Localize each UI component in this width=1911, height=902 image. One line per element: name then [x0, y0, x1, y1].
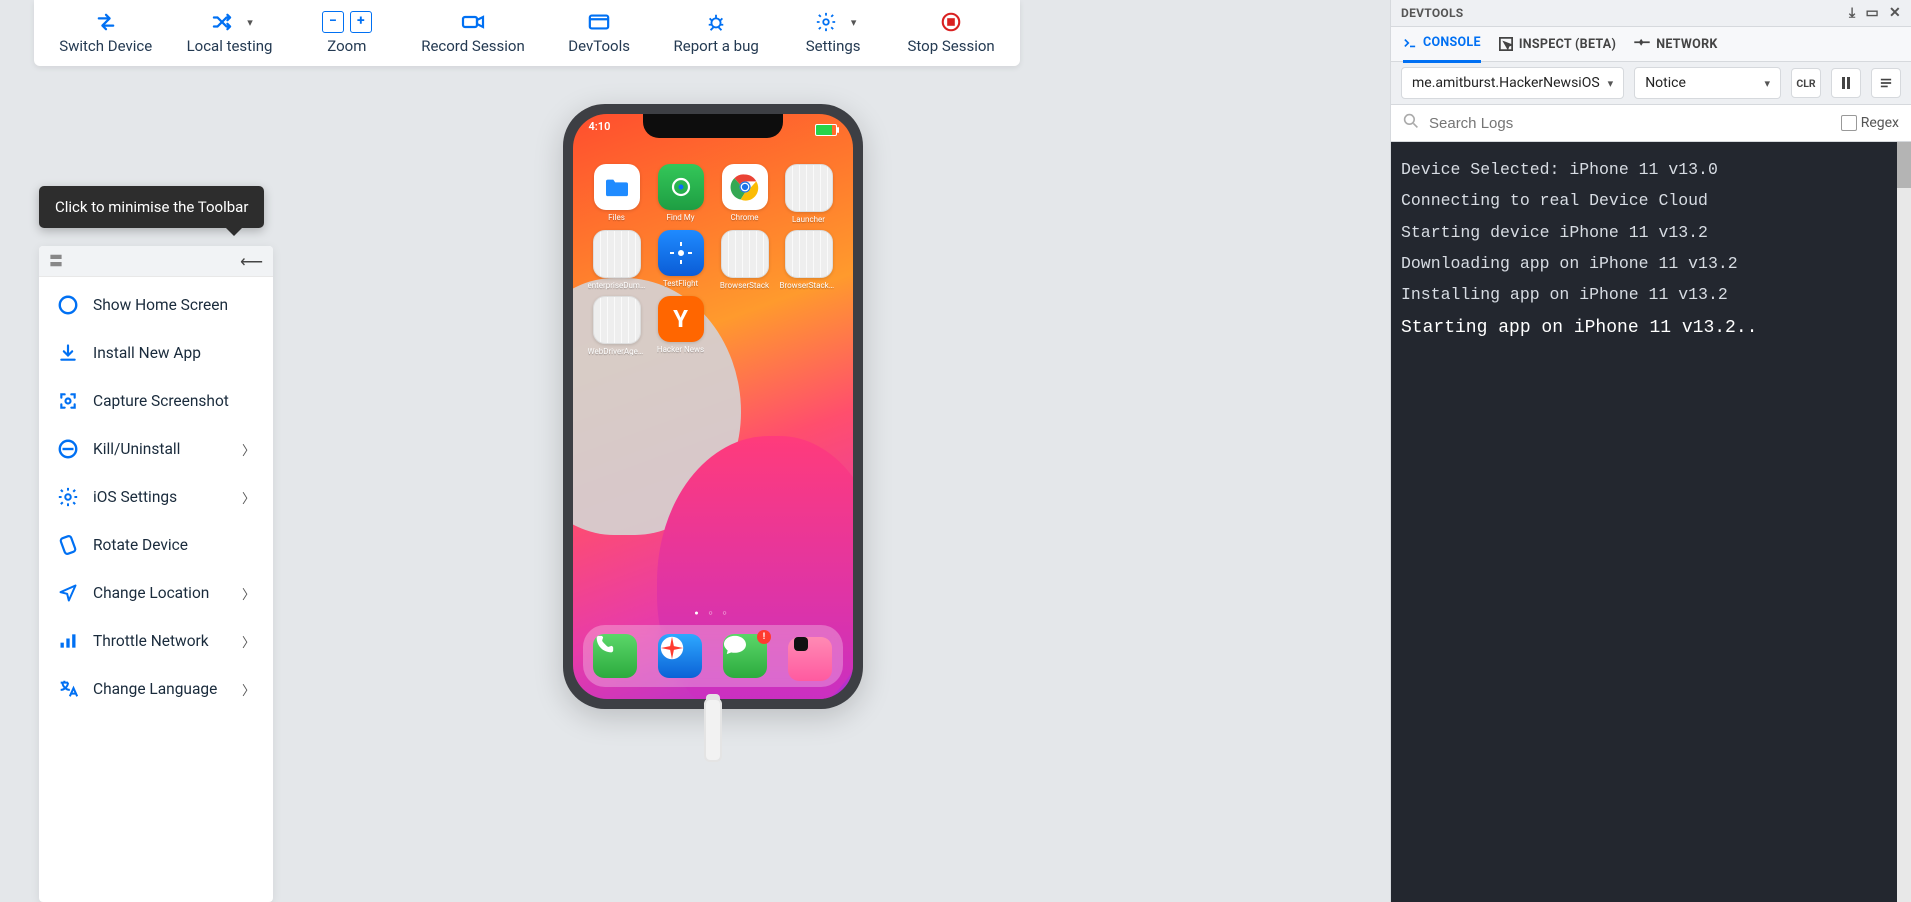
devtools-panel: DEVTOOLS ⤓ ▭ ✕ CONSOLE INSPECT (BETA) NE…: [1390, 0, 1911, 902]
checkbox-icon[interactable]: [1841, 115, 1857, 131]
tab-console[interactable]: CONSOLE: [1403, 26, 1481, 63]
device-screen[interactable]: 4:10 Files Find My Chrome Launcher enterpris…: [573, 114, 853, 699]
console-line: Downloading app on iPhone 11 v13.2: [1401, 248, 1901, 279]
dock: !: [583, 625, 843, 687]
regex-label: Regex: [1861, 115, 1899, 131]
badge: !: [757, 630, 771, 644]
devtools-controls: me.amitburst.HackerNewsiOS ▾ Notice ▾ CL…: [1391, 62, 1911, 104]
app-launcher[interactable]: Launcher: [777, 164, 841, 224]
dock-app-blankpink[interactable]: [788, 631, 832, 681]
console-scrollbar[interactable]: [1897, 142, 1911, 902]
app-find-my[interactable]: Find My: [649, 164, 713, 224]
tab-label: INSPECT (BETA): [1519, 37, 1616, 52]
tab-label: CONSOLE: [1423, 35, 1481, 50]
page-indicator: ● ○ ○: [573, 609, 853, 617]
pause-button[interactable]: [1831, 68, 1861, 98]
console-line: Device Selected: iPhone 11 v13.0: [1401, 154, 1901, 185]
app-label: Launcher: [792, 215, 825, 224]
app-label: TestFlight: [663, 279, 698, 288]
dock-app-safari[interactable]: [658, 634, 702, 678]
dock-app-messages[interactable]: !: [723, 634, 767, 678]
app-label: BrowserStack: [720, 281, 769, 290]
device-stage: 4:10 Files Find My Chrome Launcher enterpris…: [34, 0, 1391, 902]
app-webdriveragen-[interactable]: WebDriverAgen...: [585, 296, 649, 356]
app-label: Chrome: [730, 213, 758, 222]
chevron-down-icon: ▾: [1608, 77, 1614, 90]
app-label: enterpriseDummy: [588, 281, 646, 290]
console-line: Starting app on iPhone 11 v13.2..: [1401, 311, 1901, 345]
tab-network[interactable]: NETWORK: [1634, 27, 1717, 61]
console-line: Connecting to real Device Cloud: [1401, 185, 1901, 216]
app-label: WebDriverAgen...: [588, 347, 646, 356]
download-icon[interactable]: ⤓: [1849, 5, 1856, 21]
status-time: 4:10: [589, 120, 611, 140]
process-dropdown[interactable]: me.amitburst.HackerNewsiOS ▾: [1401, 67, 1624, 99]
device-notch: [643, 114, 783, 138]
devtools-title: DEVTOOLS: [1401, 6, 1464, 20]
app-label: BrowserStackUI...: [780, 281, 838, 290]
app-label: Find My: [666, 213, 694, 222]
console-line: Installing app on iPhone 11 v13.2: [1401, 279, 1901, 310]
popout-icon[interactable]: ▭: [1865, 5, 1879, 21]
device-frame: 4:10 Files Find My Chrome Launcher enterpris…: [563, 104, 863, 709]
console-output: Device Selected: iPhone 11 v13.0Connecti…: [1391, 142, 1911, 902]
dropdown-value: me.amitburst.HackerNewsiOS: [1412, 75, 1600, 91]
app-hacker-news[interactable]: YHacker News: [649, 296, 713, 356]
app-enterprisedummy[interactable]: enterpriseDummy: [585, 230, 649, 290]
search-logs-input[interactable]: [1427, 114, 1833, 133]
wrap-button[interactable]: [1871, 68, 1901, 98]
app-label: Hacker News: [657, 345, 704, 354]
app-chrome[interactable]: Chrome: [713, 164, 777, 224]
app-label: Files: [608, 213, 625, 222]
app-browserstack[interactable]: BrowserStack: [713, 230, 777, 290]
log-level-dropdown[interactable]: Notice ▾: [1634, 67, 1781, 99]
app-testflight[interactable]: TestFlight: [649, 230, 713, 290]
console-line: Starting device iPhone 11 v13.2: [1401, 217, 1901, 248]
status-battery: [815, 120, 837, 140]
close-icon[interactable]: ✕: [1889, 5, 1901, 21]
devtools-tabs: CONSOLE INSPECT (BETA) NETWORK: [1391, 26, 1911, 62]
app-files[interactable]: Files: [585, 164, 649, 224]
search-icon: [1403, 113, 1419, 133]
app-browserstackui-[interactable]: BrowserStackUI...: [777, 230, 841, 290]
clear-button[interactable]: CLR: [1791, 68, 1821, 98]
dock-app-phone[interactable]: [593, 634, 637, 678]
regex-toggle[interactable]: Regex: [1841, 115, 1899, 131]
home-apps-grid: Files Find My Chrome Launcher enterpriseDumm…: [573, 164, 853, 356]
device-cable: [706, 700, 720, 760]
tab-inspect[interactable]: INSPECT (BETA): [1499, 27, 1616, 61]
minimise-toolbar-tooltip: Click to minimise the Toolbar: [39, 186, 264, 228]
scrollbar-thumb[interactable]: [1897, 142, 1911, 188]
dropdown-value: Notice: [1645, 75, 1756, 91]
chevron-down-icon: ▾: [1764, 77, 1770, 90]
tab-label: NETWORK: [1656, 37, 1717, 52]
devtools-header: DEVTOOLS ⤓ ▭ ✕: [1391, 0, 1911, 26]
devtools-search: Regex: [1391, 104, 1911, 142]
